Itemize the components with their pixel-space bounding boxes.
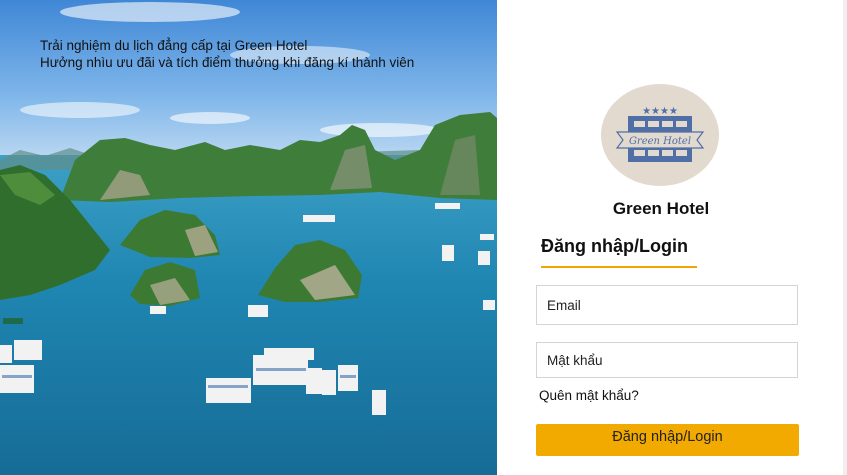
logo-text: Green Hotel xyxy=(629,136,691,147)
page-edge xyxy=(843,0,847,475)
bay-landscape-image xyxy=(0,0,497,475)
hotel-logo: ★★★★ Green Hotel xyxy=(601,84,719,186)
login-page: Trải nghiệm du lịch đẳng cấp tại Green H… xyxy=(0,0,847,475)
email-field[interactable] xyxy=(536,285,798,325)
hero-headline: Trải nghiệm du lịch đẳng cấp tại Green H… xyxy=(40,38,308,53)
hero-caption: Trải nghiệm du lịch đẳng cấp tại Green H… xyxy=(40,37,440,71)
login-button[interactable]: Đăng nhập/Login xyxy=(536,424,799,456)
heading-underline xyxy=(541,266,697,268)
login-heading: Đăng nhập/Login xyxy=(541,236,688,256)
email-input[interactable] xyxy=(547,297,797,313)
password-input[interactable] xyxy=(547,352,797,368)
brand-name: Green Hotel xyxy=(612,199,710,218)
hero-banner: Trải nghiệm du lịch đẳng cấp tại Green H… xyxy=(0,0,497,475)
login-panel: ★★★★ Green Hotel Green Hotel Đăng nhập/L… xyxy=(497,0,843,475)
logo-stars: ★★★★ xyxy=(642,106,678,117)
password-field[interactable] xyxy=(536,342,798,378)
forgot-password-link[interactable]: Quên mật khẩu? xyxy=(539,388,639,403)
hero-subtext: Hưởng nhìu ưu đãi và tích điểm thưởng kh… xyxy=(40,55,415,70)
